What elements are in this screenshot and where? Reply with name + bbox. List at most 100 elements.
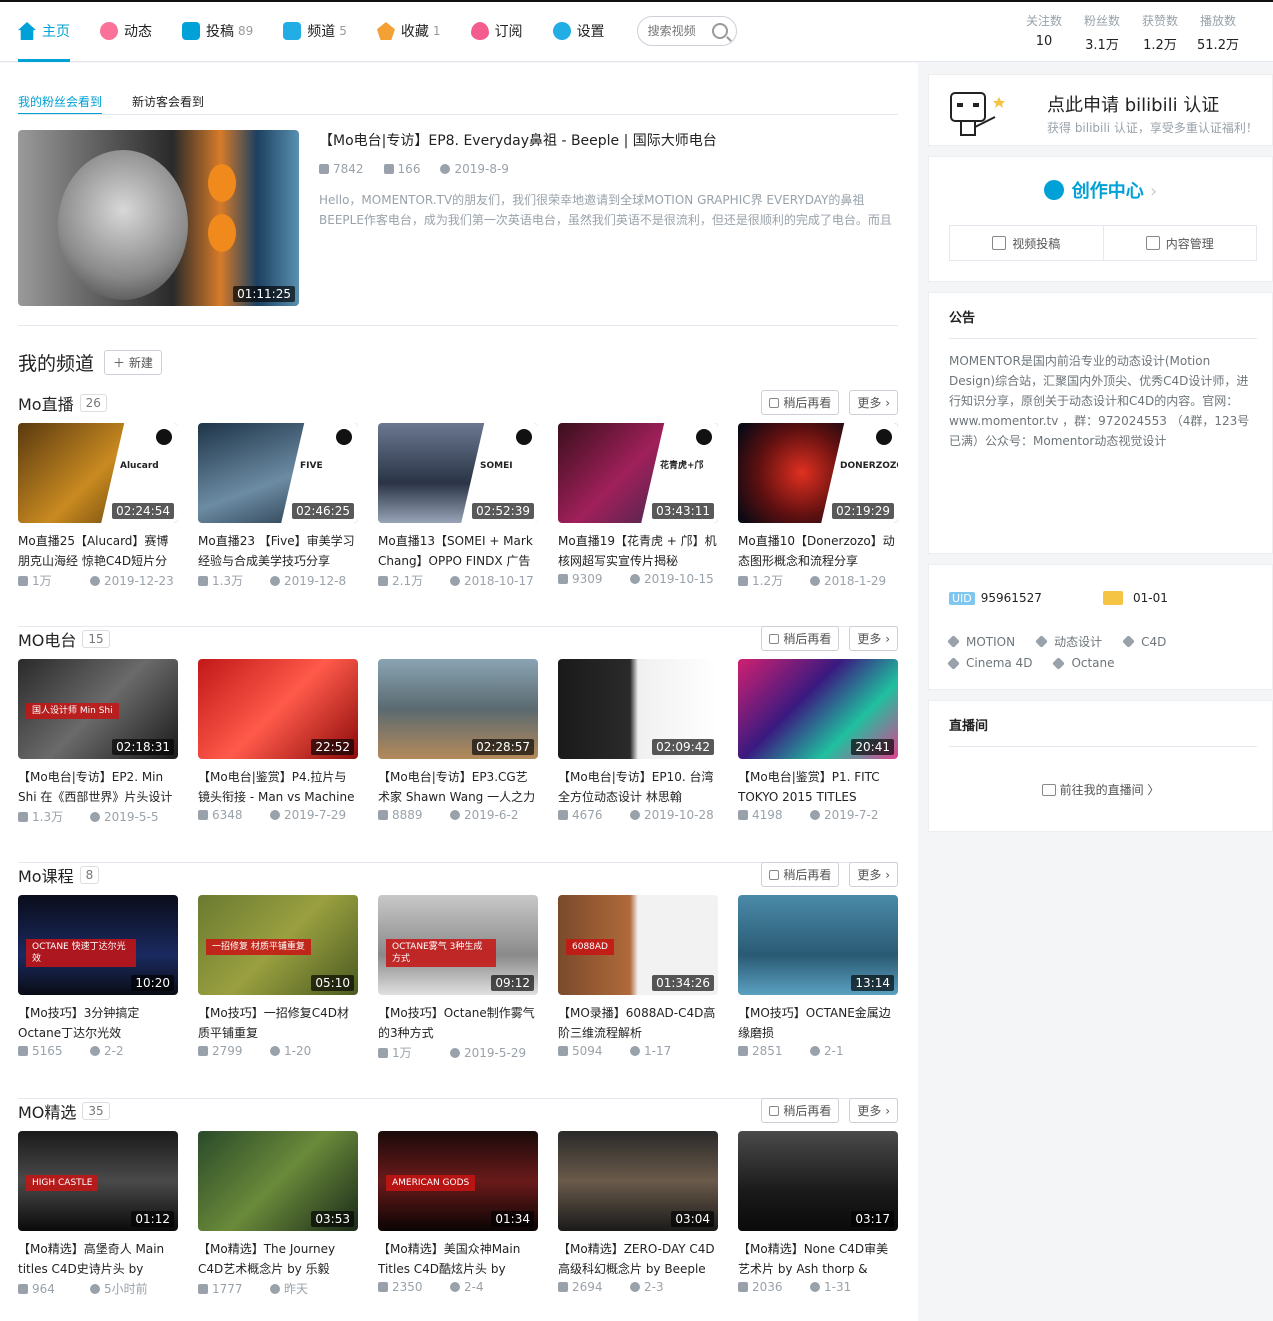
video-title[interactable]: 【Mo精选】ZERO-DAY C4D高级科幻概念片 by Beeple: [558, 1239, 718, 1279]
video-title[interactable]: 【Mo精选】None C4D审美艺术片 by Ash thorp &: [738, 1239, 898, 1279]
nav-settings[interactable]: 设置: [552, 16, 605, 46]
video-card[interactable]: 22:52 【Mo电台|鉴赏】P4.拉片与镜头衔接 - Man vs Machin…: [198, 659, 358, 825]
featured-title[interactable]: 【Mo电台|专访】EP8. Everyday鼻祖 - Beeple | 国际大师…: [319, 130, 717, 150]
video-title[interactable]: 【Mo技巧】3分钟搞定Octane丁达尔光效: [18, 1003, 178, 1043]
featured-thumbnail[interactable]: 01:11:25: [18, 130, 299, 306]
video-card[interactable]: SOMEI 02:52:39 Mo直播13【SOMEI + Mark Chang】O…: [378, 423, 538, 589]
channel-section: MO电台 15 稍后再看 更多 › 国人设计师 Min Shi 02:18:31 【Mo电台…: [18, 626, 898, 863]
nav-channel[interactable]: 频道 5: [283, 16, 347, 46]
section-title[interactable]: MO电台 15: [18, 627, 110, 651]
new-channel-button[interactable]: ＋ 新建: [104, 350, 162, 375]
video-title[interactable]: 【MO技巧】OCTANE金属边缘磨损: [738, 1003, 898, 1043]
live-room-link[interactable]: 前往我的直播间 〉: [929, 781, 1272, 798]
video-card[interactable]: 一招修复 材质平铺重复 05:10 【Mo技巧】一招修复C4D材质平铺重复 2799 1…: [198, 895, 358, 1061]
more-button[interactable]: 更多 ›: [849, 390, 898, 415]
stat-fans[interactable]: 粉丝数 3.1万: [1073, 12, 1131, 53]
content-manage-button[interactable]: 内容管理: [1102, 226, 1257, 260]
video-thumbnail[interactable]: 花青虎+邝 03:43:11: [558, 423, 718, 523]
video-title[interactable]: 【Mo精选】The Journey C4D艺术概念片 by 乐毅: [198, 1239, 358, 1279]
certification-card[interactable]: 点此申请 bilibili 认证 获得 bilibili 认证，享受多重认证福利…: [928, 74, 1273, 146]
more-button[interactable]: 更多 ›: [849, 1098, 898, 1123]
video-card[interactable]: DONERZOZO 02:19:29 Mo直播10【Donerzozo】动态图形概念…: [738, 423, 898, 589]
video-card[interactable]: 花青虎+邝 03:43:11 Mo直播19【花青虎 + 邝】机核网超写实宣传片揭秘 9…: [558, 423, 718, 589]
creator-center-link[interactable]: 创作中心 ›: [929, 177, 1272, 203]
video-card[interactable]: 13:14 【MO技巧】OCTANE金属边缘磨损 2851 2-1: [738, 895, 898, 1061]
video-thumbnail[interactable]: 03:53: [198, 1131, 358, 1231]
video-title[interactable]: 【Mo电台|鉴赏】P1. FITC TOKYO 2015 TITLES: [738, 767, 898, 807]
video-thumbnail[interactable]: DONERZOZO 02:19:29: [738, 423, 898, 523]
watch-later-button[interactable]: 稍后再看: [761, 862, 840, 887]
video-thumbnail[interactable]: 03:17: [738, 1131, 898, 1231]
video-thumbnail[interactable]: 6088AD 01:34:26: [558, 895, 718, 995]
watch-later-button[interactable]: 稍后再看: [761, 1098, 840, 1123]
video-title[interactable]: 【Mo电台|鉴赏】P4.拉片与镜头衔接 - Man vs Machine -: [198, 767, 358, 807]
video-title[interactable]: 【Mo技巧】一招修复C4D材质平铺重复: [198, 1003, 358, 1043]
section-title[interactable]: Mo课程 8: [18, 863, 100, 887]
video-title[interactable]: 【Mo精选】美国众神Main Titles C4D酷炫片头 by: [378, 1239, 538, 1279]
tag-item[interactable]: C4D: [1122, 633, 1166, 650]
nav-upload[interactable]: 投稿 89: [182, 16, 253, 46]
search-icon[interactable]: [711, 23, 728, 39]
video-thumbnail[interactable]: 一招修复 材质平铺重复 05:10: [198, 895, 358, 995]
video-card[interactable]: 6088AD 01:34:26 【MO录播】6088AD-C4D高阶三维流程解析 50…: [558, 895, 718, 1061]
video-title[interactable]: 【Mo电台|专访】EP2. Min Shi 在《西部世界》片头设计: [18, 767, 178, 807]
nav-dynamic[interactable]: 动态: [100, 16, 152, 46]
video-thumbnail[interactable]: 02:09:42: [558, 659, 718, 759]
video-thumbnail[interactable]: FIVE 02:46:25: [198, 423, 358, 523]
video-thumbnail[interactable]: 03:04: [558, 1131, 718, 1231]
video-card[interactable]: OCTANE雾气 3种生成方式 09:12 【Mo技巧】Octane制作雾气的3种方…: [378, 895, 538, 1061]
video-title[interactable]: Mo直播23 【Five】审美学习经验与合成美学技巧分享: [198, 531, 358, 571]
section-title[interactable]: MO精选 35: [18, 1099, 110, 1123]
search-input[interactable]: [647, 24, 708, 38]
video-card[interactable]: 02:28:57 【Mo电台|专访】EP3.CG艺术家 Shawn Wang 一人…: [378, 659, 538, 825]
nav-favorite[interactable]: 收藏 1: [376, 16, 441, 46]
video-title[interactable]: 【Mo技巧】Octane制作雾气的3种方式: [378, 1003, 538, 1043]
video-title[interactable]: 【Mo电台|专访】EP10. 台湾全方位动态设计 林思翰: [558, 767, 718, 807]
tag-item[interactable]: MOTION: [947, 633, 1015, 650]
video-thumbnail[interactable]: 22:52: [198, 659, 358, 759]
video-title[interactable]: Mo直播10【Donerzozo】动态图形概念和流程分享: [738, 531, 898, 571]
video-card[interactable]: FIVE 02:46:25 Mo直播23 【Five】审美学习经验与合成美学技巧分享…: [198, 423, 358, 589]
upload-video-button[interactable]: 视频投稿: [950, 226, 1103, 260]
video-card[interactable]: 03:53 【Mo精选】The Journey C4D艺术概念片 by 乐毅 177…: [198, 1131, 358, 1297]
video-thumbnail[interactable]: Alucard 02:24:54: [18, 423, 178, 523]
nav-home[interactable]: 主页: [18, 16, 70, 62]
video-thumbnail[interactable]: 20:41: [738, 659, 898, 759]
section-title[interactable]: Mo直播 26: [18, 391, 107, 415]
video-thumbnail[interactable]: SOMEI 02:52:39: [378, 423, 538, 523]
video-card[interactable]: 02:09:42 【Mo电台|专访】EP10. 台湾全方位动态设计 林思翰 4676…: [558, 659, 718, 825]
watch-later-button[interactable]: 稍后再看: [761, 626, 840, 651]
video-card[interactable]: Alucard 02:24:54 Mo直播25【Alucard】赛博朋克山海经 惊艳…: [18, 423, 178, 589]
video-title[interactable]: 【Mo精选】高堡奇人 Main titles C4D史诗片头 by: [18, 1239, 178, 1279]
tag-item[interactable]: Cinema 4D: [947, 656, 1032, 670]
video-thumbnail[interactable]: HIGH CASTLE 01:12: [18, 1131, 178, 1231]
video-title[interactable]: 【Mo电台|专访】EP3.CG艺术家 Shawn Wang 一人之力完: [378, 767, 538, 807]
stat-following[interactable]: 关注数 10: [1015, 12, 1073, 53]
video-title[interactable]: Mo直播13【SOMEI + Mark Chang】OPPO FINDX 广告: [378, 531, 538, 571]
tag-item[interactable]: Octane: [1052, 656, 1115, 670]
video-thumbnail[interactable]: OCTANE雾气 3种生成方式 09:12: [378, 895, 538, 995]
video-card[interactable]: OCTANE 快速丁达尔光效 10:20 【Mo技巧】3分钟搞定Octane丁达尔光…: [18, 895, 178, 1061]
nav-subscribe[interactable]: 订阅: [470, 16, 523, 46]
video-thumbnail[interactable]: OCTANE 快速丁达尔光效 10:20: [18, 895, 178, 995]
video-card[interactable]: 国人设计师 Min Shi 02:18:31 【Mo电台|专访】EP2. Min S…: [18, 659, 178, 825]
video-card[interactable]: AMERICAN GODS 01:34 【Mo精选】美国众神Main Titles …: [378, 1131, 538, 1297]
video-card[interactable]: 20:41 【Mo电台|鉴赏】P1. FITC TOKYO 2015 TITLES…: [738, 659, 898, 825]
video-thumbnail[interactable]: 02:28:57: [378, 659, 538, 759]
tag-item[interactable]: 动态设计: [1035, 633, 1102, 650]
tab-visitor-view[interactable]: 新访客会看到: [132, 93, 204, 114]
video-title[interactable]: 【MO录播】6088AD-C4D高阶三维流程解析: [558, 1003, 718, 1043]
video-thumbnail[interactable]: 13:14: [738, 895, 898, 995]
video-card[interactable]: 03:04 【Mo精选】ZERO-DAY C4D高级科幻概念片 by Beeple…: [558, 1131, 718, 1297]
video-title[interactable]: Mo直播25【Alucard】赛博朋克山海经 惊艳C4D短片分享: [18, 531, 178, 571]
more-button[interactable]: 更多 ›: [849, 626, 898, 651]
video-thumbnail[interactable]: AMERICAN GODS 01:34: [378, 1131, 538, 1231]
video-title[interactable]: Mo直播19【花青虎 + 邝】机核网超写实宣传片揭秘: [558, 531, 718, 571]
more-button[interactable]: 更多 ›: [849, 862, 898, 887]
video-thumbnail[interactable]: 国人设计师 Min Shi 02:18:31: [18, 659, 178, 759]
play-icon: [18, 811, 28, 822]
tab-fans-view[interactable]: 我的粉丝会看到: [18, 93, 103, 114]
watch-later-button[interactable]: 稍后再看: [761, 390, 840, 415]
video-card[interactable]: HIGH CASTLE 01:12 【Mo精选】高堡奇人 Main titles C…: [18, 1131, 178, 1297]
video-card[interactable]: 03:17 【Mo精选】None C4D审美艺术片 by Ash thorp & 2…: [738, 1131, 898, 1297]
